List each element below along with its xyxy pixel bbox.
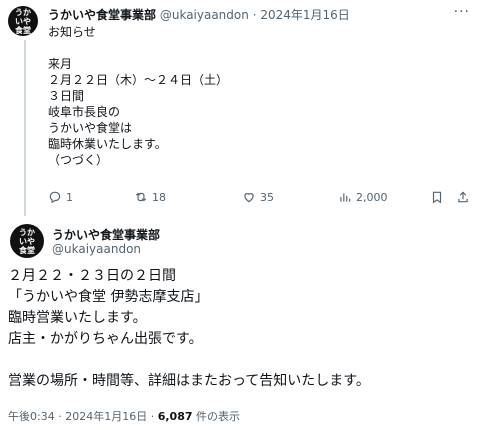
heart-icon	[244, 193, 254, 203]
tweet-header: うかいや食堂事業部 @ukaiyaandon · 2024年1月16日	[48, 6, 350, 23]
author-name[interactable]: うかいや食堂事業部	[52, 226, 160, 243]
tweet-line: ２月２２日（木）～２４日（土）	[48, 73, 229, 87]
avatar[interactable]: うかいや食堂	[8, 6, 38, 36]
thread-line	[24, 40, 26, 216]
tweet-date[interactable]: 2024年1月16日	[65, 410, 147, 423]
bookmark-button[interactable]	[430, 190, 444, 204]
tweet-time[interactable]: 午後0:34	[8, 410, 55, 423]
tweet-line: （つづく）	[48, 153, 109, 167]
tweet-line	[8, 350, 468, 371]
views-label: 件の表示	[196, 410, 240, 423]
separator: ·	[150, 410, 155, 423]
reply-count: 1	[66, 190, 73, 204]
author-handle[interactable]: @ukaiyaandon	[52, 242, 141, 256]
more-icon[interactable]: ···	[454, 4, 470, 20]
like-count: 35	[260, 190, 274, 204]
tweet-line: うかいや食堂は	[48, 121, 133, 135]
tweet-line	[48, 40, 228, 56]
share-button[interactable]	[456, 190, 470, 204]
author-name[interactable]: うかいや食堂事業部	[48, 8, 156, 22]
retweet-icon	[135, 192, 147, 202]
author-handle[interactable]: @ukaiyaandon	[160, 8, 249, 22]
separator: ·	[252, 8, 257, 22]
bookmark-icon	[432, 191, 442, 204]
tweet-line: 臨時営業いたします。	[8, 310, 147, 326]
tweet-line: 店主・かがりちゃん出張です。	[8, 331, 203, 347]
action-bar: 1 18 35 2,000	[48, 190, 468, 206]
tweet-line: ３日間	[48, 89, 85, 103]
views-count: 6,087	[157, 410, 193, 423]
tweet-line: ２月２２・２３日の２日間	[8, 268, 176, 284]
tweet-line: 来月	[48, 57, 73, 71]
like-button[interactable]: 35	[242, 190, 274, 204]
retweet-count: 18	[152, 190, 166, 204]
avatar[interactable]: うかいや食堂	[10, 224, 44, 258]
tweet-line: 岐阜市長良の	[48, 105, 121, 119]
retweet-button[interactable]: 18	[134, 190, 166, 204]
separator: ·	[58, 410, 62, 423]
tweet-text: お知らせ 来月 ２月２２日（木）～２４日（土） ３日間 岐阜市長良の うかいや食…	[48, 24, 228, 168]
tweet-text: ２月２２・２３日の２日間 「うかいや食堂 伊勢志摩支店」 臨時営業いたします。 …	[8, 266, 468, 392]
tweet-date[interactable]: 2024年1月16日	[260, 8, 349, 22]
reply-button[interactable]: 1	[48, 190, 73, 204]
tweet-line: 営業の場所・時間等、詳細はまたおって告知いたします。	[8, 373, 370, 389]
reply-icon	[49, 191, 61, 204]
tweet-line: お知らせ	[48, 25, 96, 39]
share-icon	[458, 191, 468, 203]
views-icon	[340, 193, 351, 202]
tweet-meta: 午後0:34 · 2024年1月16日 · 6,087 件の表示	[8, 408, 240, 424]
views-count: 2,000	[356, 190, 388, 204]
tweet-line: 臨時休業いたします。	[48, 137, 167, 151]
tweet-line: 「うかいや食堂 伊勢志摩支店」	[8, 289, 209, 305]
views-button[interactable]: 2,000	[338, 190, 388, 204]
